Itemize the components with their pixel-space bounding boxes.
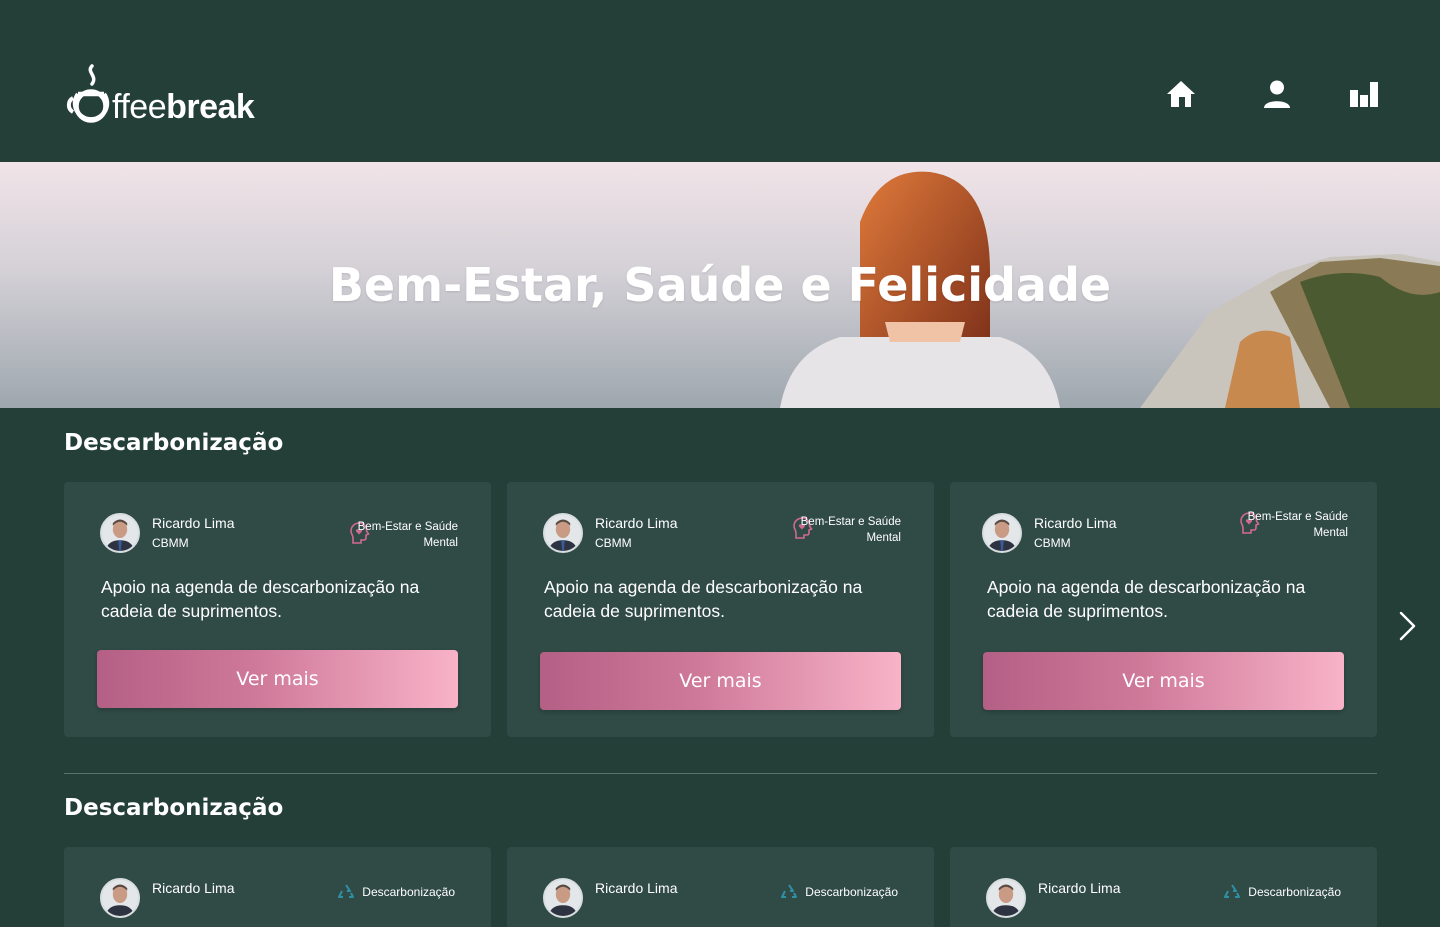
author-avatar — [543, 878, 583, 918]
content-card: Ricardo Lima Descarbonização — [950, 847, 1377, 927]
section-title: Descarbonização — [64, 430, 284, 456]
author-avatar — [986, 878, 1026, 918]
content-card: Ricardo Lima Descarbonização — [507, 847, 934, 927]
category-tag: Descarbonização — [805, 885, 898, 899]
profile-icon[interactable] — [1261, 78, 1293, 110]
author-name: Ricardo Lima — [595, 880, 678, 896]
hero-title: Bem-Estar, Saúde e Felicidade — [328, 258, 1112, 312]
stats-icon[interactable] — [1348, 78, 1380, 110]
coffee-cup-logo-icon — [66, 64, 110, 123]
card-description: Apoio na agenda de descarbonização na ca… — [101, 577, 420, 621]
recycle-icon — [781, 884, 797, 898]
top-navbar: ffeebreak — [0, 0, 1440, 162]
content-card: Ricardo Lima CBMM Bem-Estar e Saúde Ment… — [507, 482, 934, 737]
category-tag: Descarbonização — [362, 885, 455, 899]
author-avatar — [543, 513, 583, 553]
author-avatar — [100, 878, 140, 918]
category-tag: Descarbonização — [1248, 885, 1341, 899]
author-avatar — [100, 513, 140, 553]
recycle-icon — [338, 884, 354, 898]
chevron-right-icon[interactable] — [1396, 610, 1420, 642]
section-title: Descarbonização — [64, 795, 284, 821]
content-card: Ricardo Lima Descarbonização — [64, 847, 491, 927]
card-description: Apoio na agenda de descarbonização na ca… — [544, 577, 863, 621]
author-name: Ricardo Lima — [152, 880, 235, 896]
author-name: Ricardo Lima — [1038, 880, 1121, 896]
author-name: Ricardo Lima — [595, 515, 678, 531]
ver-mais-button[interactable]: Ver mais — [97, 650, 458, 708]
content-card: Ricardo Lima CBMM Bem-Estar e Saúde Ment… — [64, 482, 491, 737]
logo-text-bold: break — [166, 88, 255, 126]
logo-text-light: ffee — [112, 88, 167, 126]
category-tag: Bem-Estar e Saúde Mental — [357, 521, 458, 549]
category-tag: Bem-Estar e Saúde Mental — [1247, 511, 1348, 539]
author-name: Ricardo Lima — [152, 515, 235, 531]
recycle-icon — [1224, 884, 1240, 898]
hero-banner: Bem-Estar, Saúde e Felicidade — [0, 162, 1440, 408]
author-company: CBMM — [1034, 536, 1071, 550]
section-divider — [64, 773, 1377, 774]
category-tag: Bem-Estar e Saúde Mental — [800, 516, 901, 544]
author-avatar — [982, 513, 1022, 553]
content-card: Ricardo Lima CBMM Bem-Estar e Saúde Ment… — [950, 482, 1377, 737]
author-company: CBMM — [595, 536, 632, 550]
logo-wordmark: ffeebreak — [112, 88, 255, 126]
home-icon[interactable] — [1165, 78, 1197, 110]
ver-mais-button[interactable]: Ver mais — [983, 652, 1344, 710]
ver-mais-button[interactable]: Ver mais — [540, 652, 901, 710]
author-name: Ricardo Lima — [1034, 515, 1117, 531]
card-description: Apoio na agenda de descarbonização na ca… — [987, 577, 1306, 621]
coffeebreak-logo[interactable]: ffeebreak — [64, 60, 294, 126]
author-company: CBMM — [152, 536, 189, 550]
